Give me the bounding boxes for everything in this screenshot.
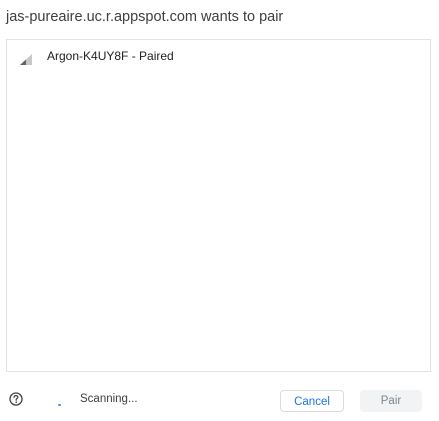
dialog-footer: Scanning... Cancel Pair [0, 390, 439, 421]
bluetooth-pair-dialog: jas-pureaire.uc.r.appspot.com wants to p… [0, 0, 439, 421]
device-list[interactable]: Argon-K4UY8F - Paired [6, 39, 431, 372]
pair-button[interactable]: Pair [360, 390, 422, 412]
help-circle-icon[interactable] [9, 392, 23, 406]
device-item[interactable]: Argon-K4UY8F - Paired [7, 40, 430, 70]
cancel-button[interactable]: Cancel [280, 390, 344, 412]
dialog-title: jas-pureaire.uc.r.appspot.com wants to p… [6, 9, 284, 25]
signal-strength-icon [20, 52, 34, 65]
device-label: Argon-K4UY8F - Paired [47, 49, 174, 63]
scanning-spinner [58, 404, 61, 406]
scan-status-text: Scanning... [80, 393, 138, 405]
